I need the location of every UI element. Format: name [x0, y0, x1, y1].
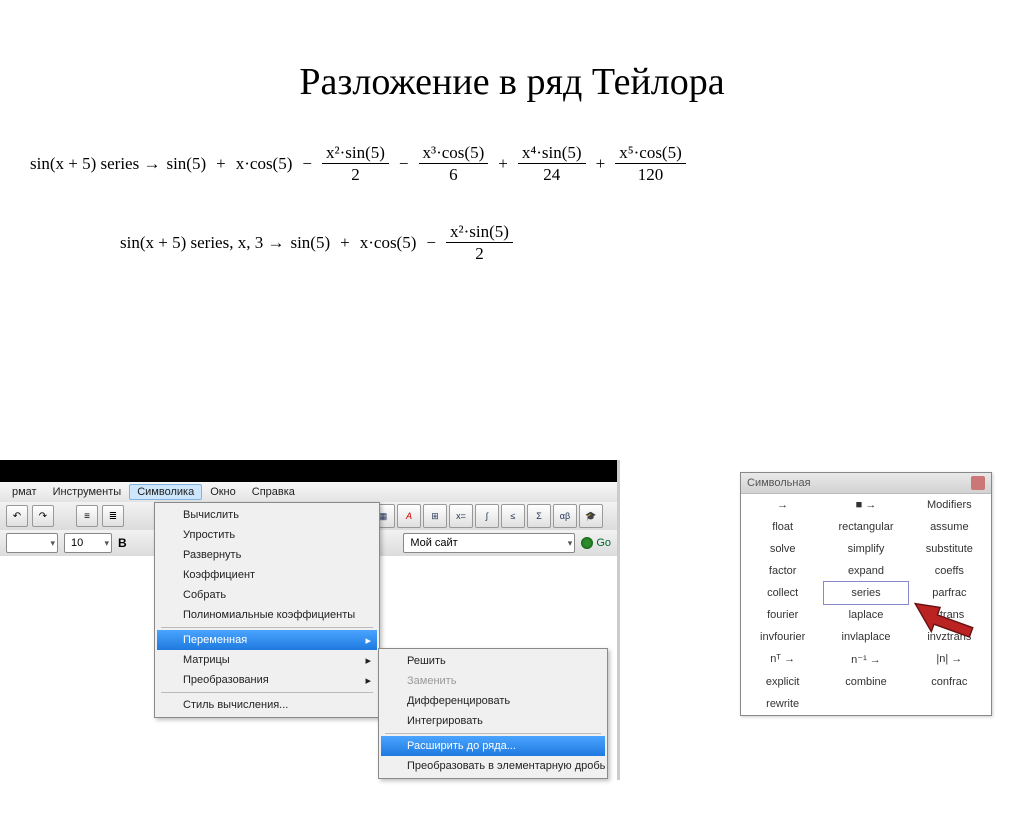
- palette-cell[interactable]: n⁻¹ →: [824, 648, 907, 671]
- eq1-frac3: x⁴·sin(5)24: [518, 144, 586, 183]
- palette-cell[interactable]: series: [824, 582, 907, 604]
- fontsize-combo[interactable]: 10: [64, 533, 112, 553]
- palette-cell[interactable]: ■ →: [824, 494, 907, 516]
- palette-cell[interactable]: nᵀ →: [741, 648, 824, 671]
- eq2-lhs: sin(x + 5) series, x, 3 →: [120, 233, 284, 253]
- plus: +: [336, 233, 354, 253]
- grid-icon[interactable]: ⊞: [423, 504, 447, 528]
- align-button[interactable]: ≡: [76, 505, 98, 527]
- menubar: рмат Инструменты Символика Окно Справка: [0, 482, 617, 503]
- menuitem-matrices[interactable]: Матрицы: [157, 650, 377, 670]
- menuitem-collect[interactable]: Собрать: [157, 585, 377, 605]
- eq1-lhs: sin(x + 5) series →: [30, 154, 160, 174]
- menuitem-style[interactable]: Стиль вычисления...: [157, 695, 377, 715]
- menu-separator: [385, 733, 601, 734]
- variable-submenu: Решить Заменить Дифференцировать Интегри…: [378, 648, 608, 779]
- menu-tools[interactable]: Инструменты: [45, 484, 130, 500]
- eq1-frac2: x³·cos(5)6: [419, 144, 489, 183]
- slide-title: Разложение в ряд Тейлора: [0, 60, 1024, 104]
- lessthan-icon[interactable]: ≤: [501, 504, 525, 528]
- eq1-frac4: x⁵·cos(5)120: [615, 144, 686, 183]
- menu-separator: [161, 627, 373, 628]
- menuitem-integrate[interactable]: Интегрировать: [381, 711, 605, 731]
- menuitem-variable[interactable]: Переменная: [157, 630, 377, 650]
- menuitem-polycoeffs[interactable]: Полиномиальные коэффициенты: [157, 605, 377, 625]
- menu-separator: [161, 692, 373, 693]
- palette-cell[interactable]: fourier: [741, 604, 824, 626]
- palette-cell[interactable]: rewrite: [741, 693, 824, 715]
- palette-cell[interactable]: explicit: [741, 671, 824, 693]
- minus: −: [395, 154, 413, 174]
- menu-symbolics[interactable]: Символика: [129, 484, 202, 500]
- integral-icon[interactable]: ∫: [475, 504, 499, 528]
- eq2-t1: sin(5): [290, 233, 330, 253]
- eq2-frac1: x²·sin(5)2: [446, 223, 513, 262]
- style-combo[interactable]: [6, 533, 58, 553]
- eq1-frac1: x²·sin(5)2: [322, 144, 389, 183]
- palette-cell[interactable]: expand: [824, 560, 907, 582]
- xequals-icon[interactable]: x=: [449, 504, 473, 528]
- menuitem-substitute: Заменить: [381, 671, 605, 691]
- eq2-t2: x·cos(5): [360, 233, 417, 253]
- palette-cell[interactable]: solve: [741, 538, 824, 560]
- menuitem-expand[interactable]: Развернуть: [157, 545, 377, 565]
- equation-series-full: sin(x + 5) series → sin(5) + x·cos(5) − …: [0, 144, 1024, 183]
- alphabeta-icon[interactable]: αβ: [553, 504, 577, 528]
- menuitem-partial-fraction[interactable]: Преобразовать в элементарную дробь: [381, 756, 605, 776]
- menu-window[interactable]: Окно: [202, 484, 244, 500]
- plus: +: [494, 154, 512, 174]
- palette-cell[interactable]: simplify: [824, 538, 907, 560]
- eq1-t1: sin(5): [166, 154, 206, 174]
- menu-format[interactable]: рмат: [4, 484, 45, 500]
- symbolics-menu: Вычислить Упростить Развернуть Коэффицие…: [154, 502, 380, 718]
- bold-button[interactable]: B: [118, 536, 127, 550]
- menuitem-differentiate[interactable]: Дифференцировать: [381, 691, 605, 711]
- palette-cell[interactable]: Modifiers: [908, 494, 991, 516]
- equation-series-truncated: sin(x + 5) series, x, 3 → sin(5) + x·cos…: [0, 223, 1024, 262]
- palette-cell[interactable]: laplace: [824, 604, 907, 626]
- palette-cell[interactable]: combine: [824, 671, 907, 693]
- toolbar-button[interactable]: ↶: [6, 505, 28, 527]
- menuitem-expand-series[interactable]: Расширить до ряда...: [381, 736, 605, 756]
- palette-cell[interactable]: rectangular: [824, 516, 907, 538]
- minus: −: [422, 233, 440, 253]
- palette-cell[interactable]: confrac: [908, 671, 991, 693]
- palette-cell[interactable]: float: [741, 516, 824, 538]
- eq1-t2: x·cos(5): [236, 154, 293, 174]
- palette-cell[interactable]: invfourier: [741, 626, 824, 648]
- sum-icon[interactable]: Σ: [527, 504, 551, 528]
- align-button[interactable]: ≣: [102, 505, 124, 527]
- palette-cell[interactable]: collect: [741, 582, 824, 604]
- menuitem-evaluate[interactable]: Вычислить: [157, 505, 377, 525]
- menu-help[interactable]: Справка: [244, 484, 303, 500]
- graduation-icon[interactable]: 🎓: [579, 504, 603, 528]
- palette-cell[interactable]: assume: [908, 516, 991, 538]
- close-icon[interactable]: [971, 476, 985, 490]
- menuitem-transforms[interactable]: Преобразования: [157, 670, 377, 690]
- minus: −: [298, 154, 316, 174]
- site-combo[interactable]: Мой сайт: [403, 533, 575, 553]
- palette-cell[interactable]: factor: [741, 560, 824, 582]
- palette-cell[interactable]: substitute: [908, 538, 991, 560]
- menuitem-coefficient[interactable]: Коэффициент: [157, 565, 377, 585]
- mathcad-window: рмат Инструменты Символика Окно Справка …: [0, 460, 620, 780]
- plus: +: [592, 154, 610, 174]
- menuitem-simplify[interactable]: Упростить: [157, 525, 377, 545]
- palette-title: Символьная: [747, 477, 811, 489]
- plus: +: [212, 154, 230, 174]
- menuitem-solve[interactable]: Решить: [381, 651, 605, 671]
- palette-titlebar[interactable]: Символьная: [741, 473, 991, 494]
- evaluate-icon[interactable]: A: [397, 504, 421, 528]
- palette-cell: [824, 693, 907, 715]
- go-button[interactable]: Go: [581, 537, 611, 549]
- palette-cell[interactable]: →: [741, 494, 824, 516]
- toolbar-button[interactable]: ↷: [32, 505, 54, 527]
- palette-cell: [908, 693, 991, 715]
- palette-cell[interactable]: invlaplace: [824, 626, 907, 648]
